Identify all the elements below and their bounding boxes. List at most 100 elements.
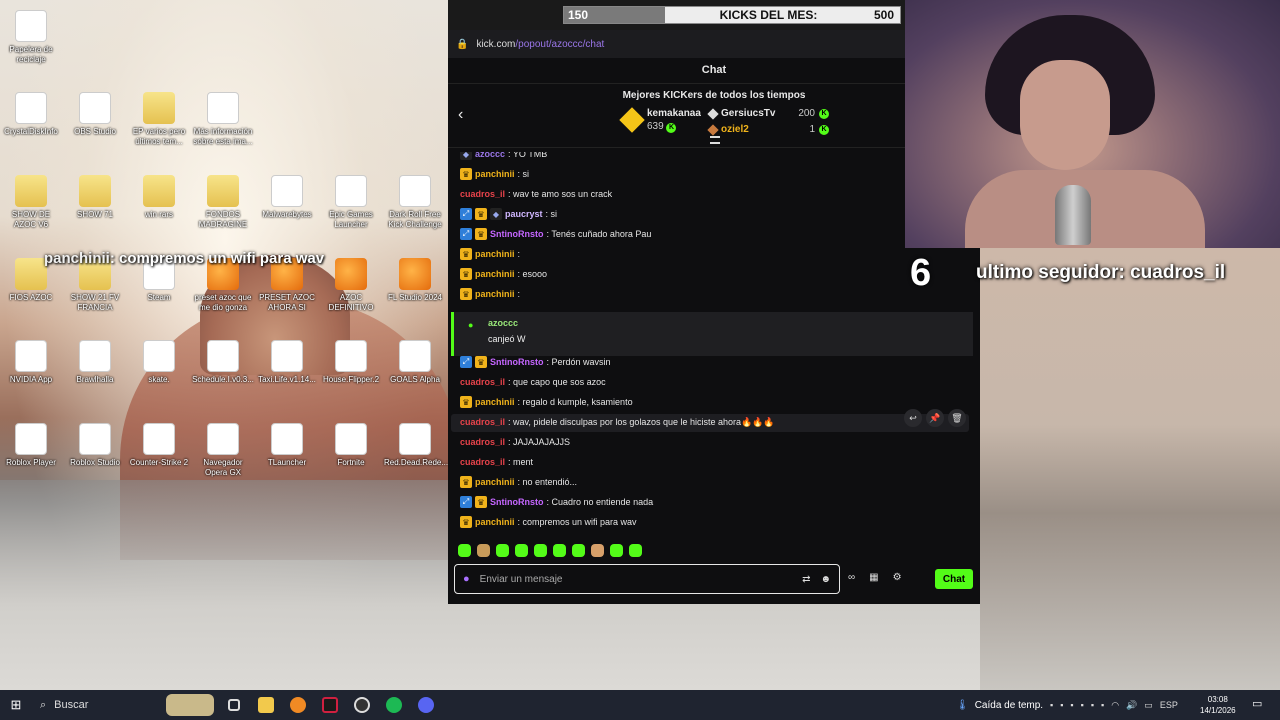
address-bar[interactable]: 🔒 kick.com/popout/azoccc/chat	[448, 30, 980, 58]
emote[interactable]	[496, 544, 509, 557]
chat-message[interactable]: cuadros_il: que capo que sos azoc	[460, 374, 606, 390]
chat-username[interactable]: cuadros_il	[460, 417, 505, 427]
chat-message[interactable]: ⤢ ♛ SntinoRnsto: Tenés cuñado ahora Pau	[460, 226, 651, 242]
emote[interactable]	[477, 544, 490, 557]
collapse-icon[interactable]	[710, 136, 720, 144]
desktop-icon[interactable]: Red.Dead.Rede...	[384, 423, 448, 468]
chat-message[interactable]: ♛ panchinii:	[460, 246, 520, 262]
task-view-icon[interactable]	[218, 690, 250, 720]
windows-start-icon[interactable]: ⊞	[0, 697, 32, 713]
tray-app-icon[interactable]: ▪	[1050, 700, 1053, 710]
pin-icon[interactable]: 📌	[926, 409, 944, 427]
chat-username[interactable]: panchinii	[475, 269, 515, 279]
chat-username[interactable]: SntinoRnsto	[490, 357, 544, 367]
desktop-icon[interactable]: NVIDIA App	[0, 340, 62, 385]
tray-app-icon[interactable]: ▪	[1060, 700, 1063, 710]
tray-app-icon[interactable]: ▪	[1091, 700, 1094, 710]
spotify-icon[interactable]	[378, 690, 410, 720]
chat-message[interactable]: ♛ panchinii:	[460, 286, 520, 302]
desktop-icon[interactable]: Fortnite	[320, 423, 382, 468]
emote[interactable]	[572, 544, 585, 557]
battery-icon[interactable]: ▭	[1144, 700, 1153, 711]
desktop-icon[interactable]: SHOW DE AZOC V6	[0, 175, 62, 230]
message-input-box[interactable]: ● ⇄ ☻	[454, 564, 840, 594]
desktop-icon[interactable]: Papelera de reciclaje	[0, 10, 62, 65]
desktop-icon[interactable]: AZOC DEFINITIVO	[320, 258, 382, 313]
chat-message[interactable]: cuadros_il: wav te amo sos un crack	[460, 186, 612, 202]
chat-username[interactable]: panchinii	[475, 249, 515, 259]
chat-message[interactable]: ⤢ ♛ ◆ paucryst: si	[460, 206, 557, 222]
chat-username[interactable]: panchinii	[475, 477, 515, 487]
emote[interactable]	[553, 544, 566, 557]
chat-message[interactable]: ♛ panchinii: no entendió...	[460, 474, 577, 490]
chat-message[interactable]: cuadros_il: ment	[460, 454, 533, 470]
settings-gear-icon[interactable]: ⚙	[893, 572, 902, 583]
chat-username[interactable]: cuadros_il	[460, 377, 505, 387]
desktop-icon[interactable]: EP varios pero últimos tem...	[128, 92, 190, 147]
chat-username[interactable]: panchinii	[475, 397, 515, 407]
chat-message[interactable]: ♛ panchinii: si	[460, 166, 529, 182]
translate-icon[interactable]: ⇄	[802, 574, 810, 585]
desktop-icon[interactable]: Navegador Opera GX	[192, 423, 254, 478]
chat-message[interactable]: ⤢ ♛ SntinoRnsto: Perdón wavsin	[460, 354, 611, 370]
chat-username[interactable]: azoccc	[475, 152, 505, 159]
language-indicator[interactable]: ESP	[1160, 700, 1178, 710]
chat-message[interactable]: ⤢ ♛ SntinoRnsto: Cuadro no entiende nada	[460, 494, 653, 510]
volume-icon[interactable]: 🔊	[1126, 700, 1137, 711]
desktop-icon[interactable]: Roblox Player	[0, 423, 62, 468]
leaderboard-second[interactable]: GersiucsTv 200 K	[707, 107, 829, 120]
desktop-icon[interactable]: Taxi.Life.v1.14...	[256, 340, 318, 385]
emote[interactable]	[629, 544, 642, 557]
tray-app-icon[interactable]: ▪	[1101, 700, 1104, 710]
emote[interactable]	[610, 544, 623, 557]
desktop-icon[interactable]: Malwarebytes	[256, 175, 318, 220]
chat-message[interactable]: ♛ panchinii: esooo	[460, 266, 547, 282]
discord-icon[interactable]	[410, 690, 442, 720]
send-chat-button[interactable]: Chat	[935, 569, 973, 589]
wifi-icon[interactable]: ◠	[1111, 700, 1119, 711]
fl-studio-icon[interactable]	[282, 690, 314, 720]
emote[interactable]	[591, 544, 604, 557]
tray-app-icon[interactable]: ▪	[1070, 700, 1073, 710]
chat-username[interactable]: panchinii	[475, 169, 515, 179]
chat-message[interactable]: cuadros_il: wav, pidele disculpas por lo…	[460, 414, 775, 430]
microphone-icon[interactable]: ●	[463, 573, 470, 585]
desktop-icon[interactable]: CrystalDiskInfo	[0, 92, 62, 137]
desktop-icon[interactable]: Más información sobre esta ima...	[192, 92, 254, 147]
desktop-icon[interactable]: Schedule.I.v0.3...	[192, 340, 254, 385]
taskbar-search[interactable]: ⌕ Buscar	[32, 690, 162, 720]
desktop-icon[interactable]: Counter-Strike 2	[128, 423, 190, 468]
chat-username[interactable]: cuadros_il	[460, 457, 505, 467]
leaderboard-third[interactable]: oziel2 1 K	[707, 123, 829, 136]
chat-username[interactable]: SntinoRnsto	[490, 497, 544, 507]
desktop-icon[interactable]: GOALS Alpha	[384, 340, 446, 385]
notification-icon[interactable]: ▭	[1252, 697, 1262, 710]
desktop-icon[interactable]: win rars	[128, 175, 190, 220]
points-icon[interactable]: ∞	[848, 572, 855, 583]
emote[interactable]	[458, 544, 471, 557]
emote[interactable]	[515, 544, 528, 557]
chat-message[interactable]: ♛ panchinii: regalo d kumple, ksamiento	[460, 394, 633, 410]
desktop-icon[interactable]: Brawlhalla	[64, 340, 126, 385]
desktop-icon[interactable]: Epic Games Launcher	[320, 175, 382, 230]
desktop-icon[interactable]: SHOW 71	[64, 175, 126, 220]
reply-icon[interactable]: ↩	[904, 409, 922, 427]
chat-username[interactable]: cuadros_il	[460, 437, 505, 447]
weather-widget[interactable]: 🌡 Caída de temp.	[956, 690, 1043, 720]
opera-gx-icon[interactable]	[314, 690, 346, 720]
desktop-icon[interactable]: FL Studio 2024	[384, 258, 446, 303]
desktop-icon[interactable]: House.Flipper.2	[320, 340, 382, 385]
desktop-icon[interactable]: skate.	[128, 340, 190, 385]
file-explorer-icon[interactable]	[250, 690, 282, 720]
clock[interactable]: 03:08 14/1/2026	[1200, 694, 1236, 716]
delete-icon[interactable]: 🗑	[948, 409, 966, 427]
emote[interactable]	[534, 544, 547, 557]
chat-username[interactable]: paucryst	[505, 209, 543, 219]
chat-message[interactable]: ◆ azoccc: YO TMB	[460, 152, 547, 162]
desktop-icon[interactable]: FONDOS MADRAGINE	[192, 175, 254, 230]
chat-username[interactable]: panchinii	[475, 517, 515, 527]
tray-app-icon[interactable]: ▪	[1081, 700, 1084, 710]
search-highlight-image[interactable]	[162, 690, 218, 720]
chat-message[interactable]: cuadros_il: JAJAJAJAJJS	[460, 434, 570, 450]
chat-username[interactable]: panchinii	[475, 289, 515, 299]
